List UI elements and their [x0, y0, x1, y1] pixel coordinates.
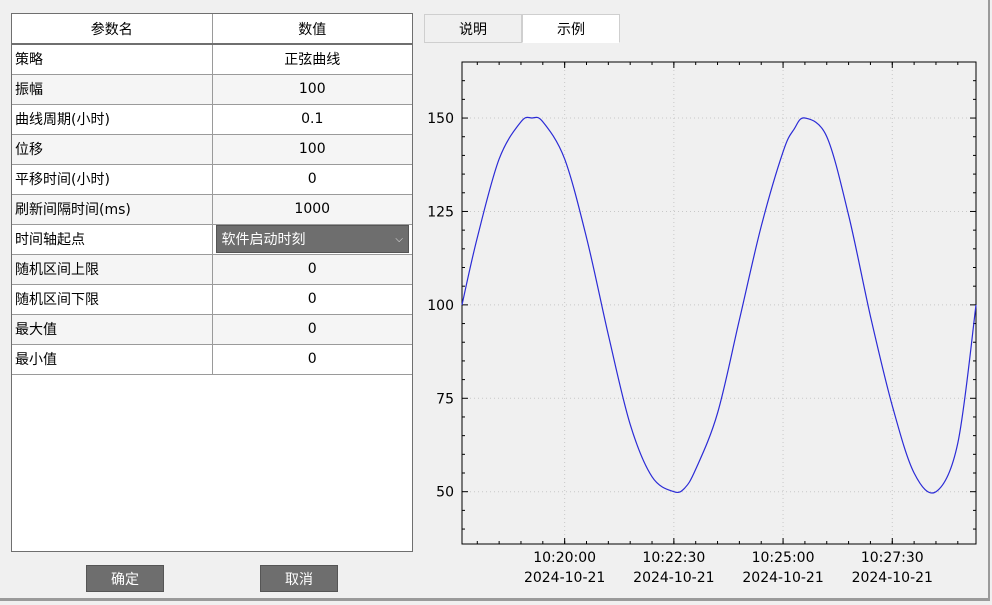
param-name: 刷新间隔时间(ms)	[12, 193, 213, 225]
param-value[interactable]: 0	[211, 313, 412, 345]
tab-example[interactable]: 示例	[522, 14, 620, 43]
x-tick-label-time: 10:20:00	[533, 550, 596, 566]
table-row: 最小值 0	[12, 343, 412, 375]
example-chart: 50 75 100 125 150 10:20:00 2024-10-21 10:22:30 2…	[424, 50, 986, 598]
param-name: 最小值	[12, 343, 213, 375]
param-name: 平移时间(小时)	[12, 163, 213, 195]
x-tick-label-time: 10:25:00	[752, 550, 815, 566]
y-tick-label: 100	[427, 298, 454, 314]
header-name: 参数名	[12, 14, 213, 45]
x-tick-label-date: 2024-10-21	[742, 570, 823, 586]
cancel-button[interactable]: 取消	[260, 565, 338, 592]
param-value[interactable]: 0	[211, 283, 412, 315]
x-tick-label-date: 2024-10-21	[852, 570, 933, 586]
table-row: 位移 100	[12, 133, 412, 165]
table-row: 平移时间(小时) 0	[12, 163, 412, 195]
param-value[interactable]: 100	[211, 133, 412, 165]
plot-area	[462, 62, 976, 544]
table-row: 最大值 0	[12, 313, 412, 345]
param-value[interactable]: 1000	[211, 193, 412, 225]
dialog-window: 参数名 数值 策略 正弦曲线 振幅 100 曲线周期(小时) 0.1 位移 10…	[0, 0, 990, 601]
y-tick-label: 150	[427, 111, 454, 127]
param-name: 随机区间上限	[12, 253, 213, 285]
x-tick-label-date: 2024-10-21	[633, 570, 714, 586]
header-value: 数值	[211, 14, 412, 45]
param-name: 振幅	[12, 73, 213, 105]
table-row: 随机区间上限 0	[12, 253, 412, 285]
select-value: 软件启动时刻	[221, 232, 306, 248]
param-value[interactable]: 0	[211, 253, 412, 285]
x-tick-label-time: 10:22:30	[642, 550, 705, 566]
y-tick-label: 75	[436, 391, 454, 407]
param-name: 时间轴起点	[12, 223, 213, 255]
param-name: 策略	[12, 43, 213, 75]
param-name: 曲线周期(小时)	[12, 103, 213, 135]
table-row: 时间轴起点 软件启动时刻 ⌵	[12, 223, 412, 255]
param-value[interactable]: 0.1	[211, 103, 412, 135]
table-row: 策略 正弦曲线	[12, 43, 412, 75]
x-tick-label-date: 2024-10-21	[524, 570, 605, 586]
param-value: 软件启动时刻 ⌵	[211, 223, 412, 255]
ok-button[interactable]: 确定	[86, 565, 164, 592]
table-row: 随机区间下限 0	[12, 283, 412, 315]
table-row: 曲线周期(小时) 0.1	[12, 103, 412, 135]
param-value[interactable]: 100	[211, 73, 412, 105]
table-row: 刷新间隔时间(ms) 1000	[12, 193, 412, 225]
param-value[interactable]: 0	[211, 163, 412, 195]
time-axis-origin-select[interactable]: 软件启动时刻 ⌵	[215, 225, 409, 253]
param-name: 最大值	[12, 313, 213, 345]
y-tick-label: 125	[427, 204, 454, 220]
x-tick-label-time: 10:27:30	[861, 550, 924, 566]
param-value[interactable]: 正弦曲线	[211, 43, 412, 75]
tab-description[interactable]: 说明	[424, 14, 522, 43]
tab-bar: 说明 示例	[424, 14, 620, 43]
param-value[interactable]: 0	[211, 343, 412, 375]
param-name: 随机区间下限	[12, 283, 213, 315]
table-header: 参数名 数值	[12, 14, 412, 45]
parameter-table: 参数名 数值 策略 正弦曲线 振幅 100 曲线周期(小时) 0.1 位移 10…	[11, 13, 413, 552]
table-row: 振幅 100	[12, 73, 412, 105]
y-tick-label: 50	[436, 485, 454, 501]
chevron-down-icon: ⌵	[395, 233, 403, 245]
param-name: 位移	[12, 133, 213, 165]
